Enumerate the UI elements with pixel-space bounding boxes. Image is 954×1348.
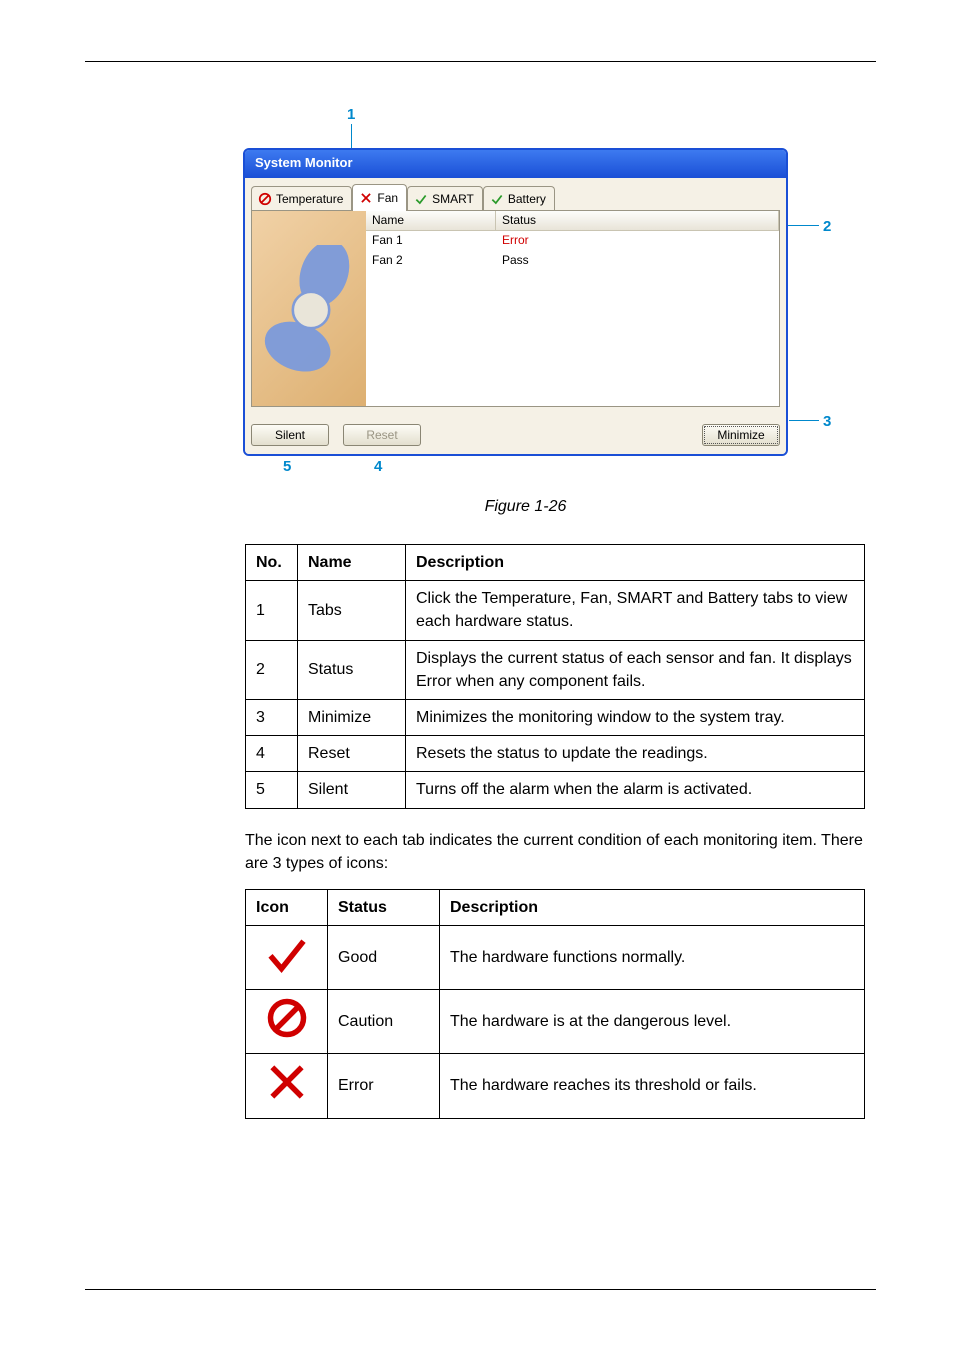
caution-icon xyxy=(246,990,328,1054)
cell-name: Minimize xyxy=(298,699,406,735)
tab-temperature[interactable]: Temperature xyxy=(251,186,352,210)
window-button-bar: Silent Reset Minimize xyxy=(251,424,780,446)
table-row: 2 Status Displays the current status of … xyxy=(246,640,865,699)
table-row[interactable]: Fan 2 Pass xyxy=(366,251,779,271)
fan-status-table: Name Status Fan 1 Error Fan 2 Pass xyxy=(366,211,779,406)
callout-3: 3 xyxy=(823,413,831,430)
window-titlebar: System Monitor xyxy=(245,150,786,178)
table-row: 3 Minimize Minimizes the monitoring wind… xyxy=(246,699,865,735)
page-footer xyxy=(85,1282,876,1294)
tab-label: Fan xyxy=(377,191,398,205)
th-status: Status xyxy=(328,889,440,925)
cell-desc: The hardware functions normally. xyxy=(440,926,865,990)
screenshot-figure: 1 2 3 4 5 System Monitor Temperature xyxy=(243,106,863,476)
minimize-button[interactable]: Minimize xyxy=(702,424,780,446)
tab-label: Battery xyxy=(508,192,546,206)
cell-desc: Displays the current status of each sens… xyxy=(406,640,865,699)
cell-name: Status xyxy=(298,640,406,699)
callout-5: 5 xyxy=(283,458,291,475)
cell-desc: The hardware is at the dangerous level. xyxy=(440,990,865,1054)
th-name: Name xyxy=(298,545,406,581)
callout-2: 2 xyxy=(823,218,831,235)
th-icon: Icon xyxy=(246,889,328,925)
tab-label: SMART xyxy=(432,192,474,206)
cell-name: Reset xyxy=(298,736,406,772)
th-no: No. xyxy=(246,545,298,581)
error-icon xyxy=(246,1054,328,1118)
table-row: 5 Silent Turns off the alarm when the al… xyxy=(246,772,865,808)
cell-desc: The hardware reaches its threshold or fa… xyxy=(440,1054,865,1118)
table-row: Good The hardware functions normally. xyxy=(246,926,865,990)
cell-desc: Minimizes the monitoring window to the s… xyxy=(406,699,865,735)
reset-button[interactable]: Reset xyxy=(343,424,421,446)
table-row: Caution The hardware is at the dangerous… xyxy=(246,990,865,1054)
cell-name: Tabs xyxy=(298,581,406,640)
cell-no: 2 xyxy=(246,640,298,699)
cell-no: 4 xyxy=(246,736,298,772)
cell-status: Error xyxy=(328,1054,440,1118)
table-row: 1 Tabs Click the Temperature, Fan, SMART… xyxy=(246,581,865,640)
cell-status: Good xyxy=(328,926,440,990)
table-row: Error The hardware reaches its threshold… xyxy=(246,1054,865,1118)
cell-desc: Turns off the alarm when the alarm is ac… xyxy=(406,772,865,808)
cell-status: Pass xyxy=(496,251,779,271)
col-header-status[interactable]: Status xyxy=(496,211,779,230)
cell-no: 5 xyxy=(246,772,298,808)
good-icon xyxy=(414,192,428,206)
cell-desc: Click the Temperature, Fan, SMART and Ba… xyxy=(406,581,865,640)
cell-status: Error xyxy=(496,231,779,251)
good-icon xyxy=(490,192,504,206)
cell-name: Fan 1 xyxy=(366,231,496,251)
th-desc: Description xyxy=(406,545,865,581)
cell-status: Caution xyxy=(328,990,440,1054)
table-row[interactable]: Fan 1 Error xyxy=(366,231,779,251)
callout-description-table: No. Name Description 1 Tabs Click the Te… xyxy=(245,544,865,809)
window-title: System Monitor xyxy=(255,155,353,170)
cell-name: Silent xyxy=(298,772,406,808)
good-icon xyxy=(246,926,328,990)
system-monitor-window: System Monitor Temperature Fan xyxy=(243,148,788,456)
cell-desc: Resets the status to update the readings… xyxy=(406,736,865,772)
icon-status-table: Icon Status Description Good The hardwar… xyxy=(245,889,865,1119)
th-desc: Description xyxy=(440,889,865,925)
tab-fan[interactable]: Fan xyxy=(352,184,407,211)
caution-icon xyxy=(258,192,272,206)
fan-illustration xyxy=(252,211,366,406)
table-row: 4 Reset Resets the status to update the … xyxy=(246,736,865,772)
cell-no: 1 xyxy=(246,581,298,640)
body-paragraph: The icon next to each tab indicates the … xyxy=(245,829,865,875)
tab-label: Temperature xyxy=(276,192,343,206)
silent-button[interactable]: Silent xyxy=(251,424,329,446)
figure-caption: Figure 1-26 xyxy=(175,498,876,516)
cell-no: 3 xyxy=(246,699,298,735)
tab-smart[interactable]: SMART xyxy=(407,186,483,210)
error-icon xyxy=(359,191,373,205)
leader-3 xyxy=(789,420,819,421)
tab-strip: Temperature Fan SMART xyxy=(245,178,786,210)
callout-4: 4 xyxy=(374,458,382,475)
tab-battery[interactable]: Battery xyxy=(483,186,555,210)
col-header-name[interactable]: Name xyxy=(366,211,496,230)
tab-content: Name Status Fan 1 Error Fan 2 Pass xyxy=(251,211,780,407)
callout-1: 1 xyxy=(347,106,355,123)
cell-name: Fan 2 xyxy=(366,251,496,271)
